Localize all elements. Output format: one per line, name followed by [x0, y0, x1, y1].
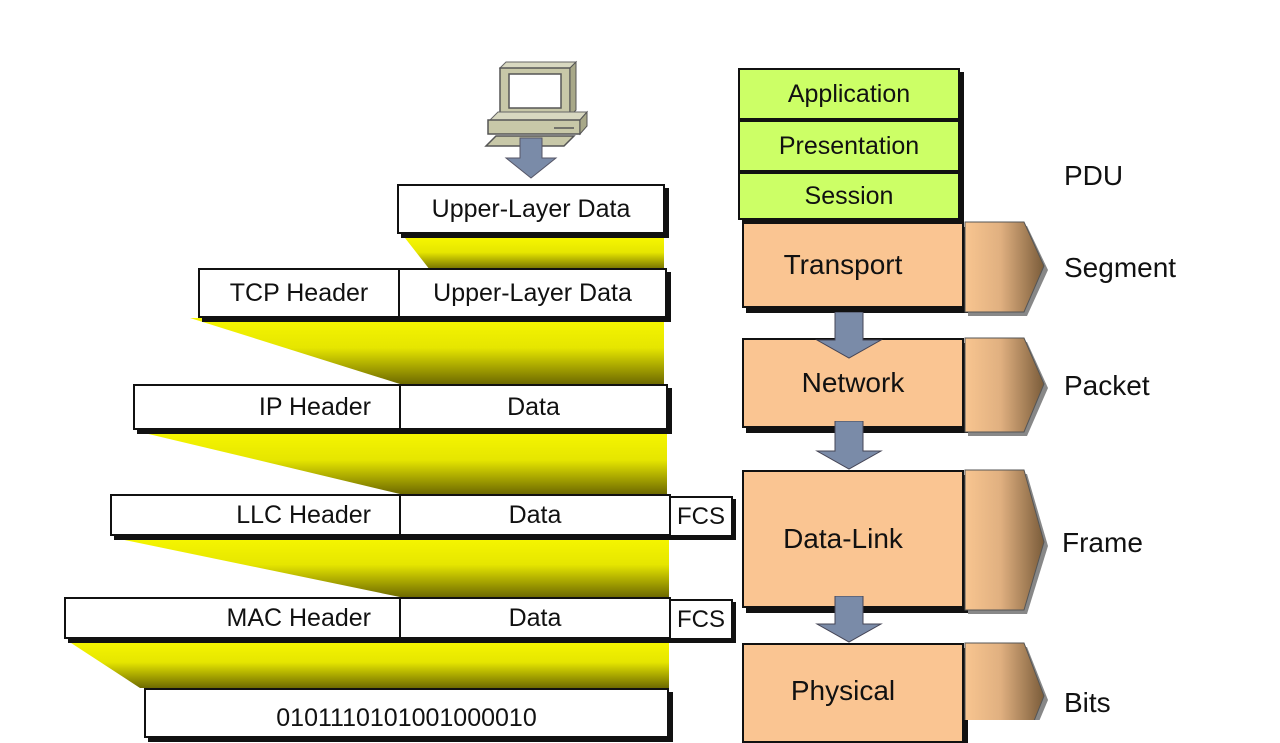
bits-box: 0101110101001000010: [144, 688, 669, 738]
upper-layer-data-cell: Upper-Layer Data: [431, 194, 631, 223]
down-arrow-icon: [815, 421, 883, 470]
layer-application: Application: [738, 68, 960, 120]
funnel-4: [115, 538, 669, 597]
mac-frame-box: MAC Header Data: [64, 597, 671, 639]
bits-cell: 0101110101001000010: [276, 704, 537, 732]
pdu-heading: PDU: [1064, 160, 1124, 191]
pdu-frame: Frame: [1062, 527, 1143, 558]
mac-header-cell: MAC Header: [66, 599, 401, 637]
mac-data-cell: Data: [508, 603, 562, 632]
tcp-segment-box: TCP Header Upper-Layer Data: [198, 268, 667, 318]
layer-physical: Physical: [742, 643, 964, 743]
layer-data-link: Data-Link: [742, 470, 964, 608]
funnel-5: [68, 641, 669, 688]
layer-presentation: Presentation: [738, 120, 960, 172]
pdu-bits: Bits: [1064, 687, 1111, 718]
ip-packet-box: IP Header Data: [133, 384, 668, 430]
upper-layer-data-box: Upper-Layer Data: [397, 184, 665, 234]
down-arrow-icon: [815, 312, 883, 359]
llc-header-cell: LLC Header: [112, 496, 401, 534]
pdu-packet: Packet: [1064, 370, 1150, 401]
computer-icon: [484, 60, 589, 179]
llc-fcs-cell: FCS: [669, 496, 733, 537]
ip-data-cell: Data: [507, 392, 560, 421]
funnel-1: [405, 238, 664, 270]
pdu-segment: Segment: [1064, 252, 1177, 283]
funnel-3: [140, 432, 667, 494]
tcp-header-cell: TCP Header: [200, 270, 400, 316]
tcp-data-cell: Upper-Layer Data: [433, 278, 632, 307]
layer-transport: Transport: [742, 222, 964, 308]
llc-data-cell: Data: [508, 500, 562, 529]
layer-session: Session: [738, 172, 960, 220]
ip-header-cell: IP Header: [135, 386, 401, 428]
down-arrow-icon: [815, 596, 883, 643]
funnel-2: [190, 318, 664, 384]
llc-frame-box: LLC Header Data: [110, 494, 671, 536]
mac-fcs-cell: FCS: [669, 599, 733, 640]
